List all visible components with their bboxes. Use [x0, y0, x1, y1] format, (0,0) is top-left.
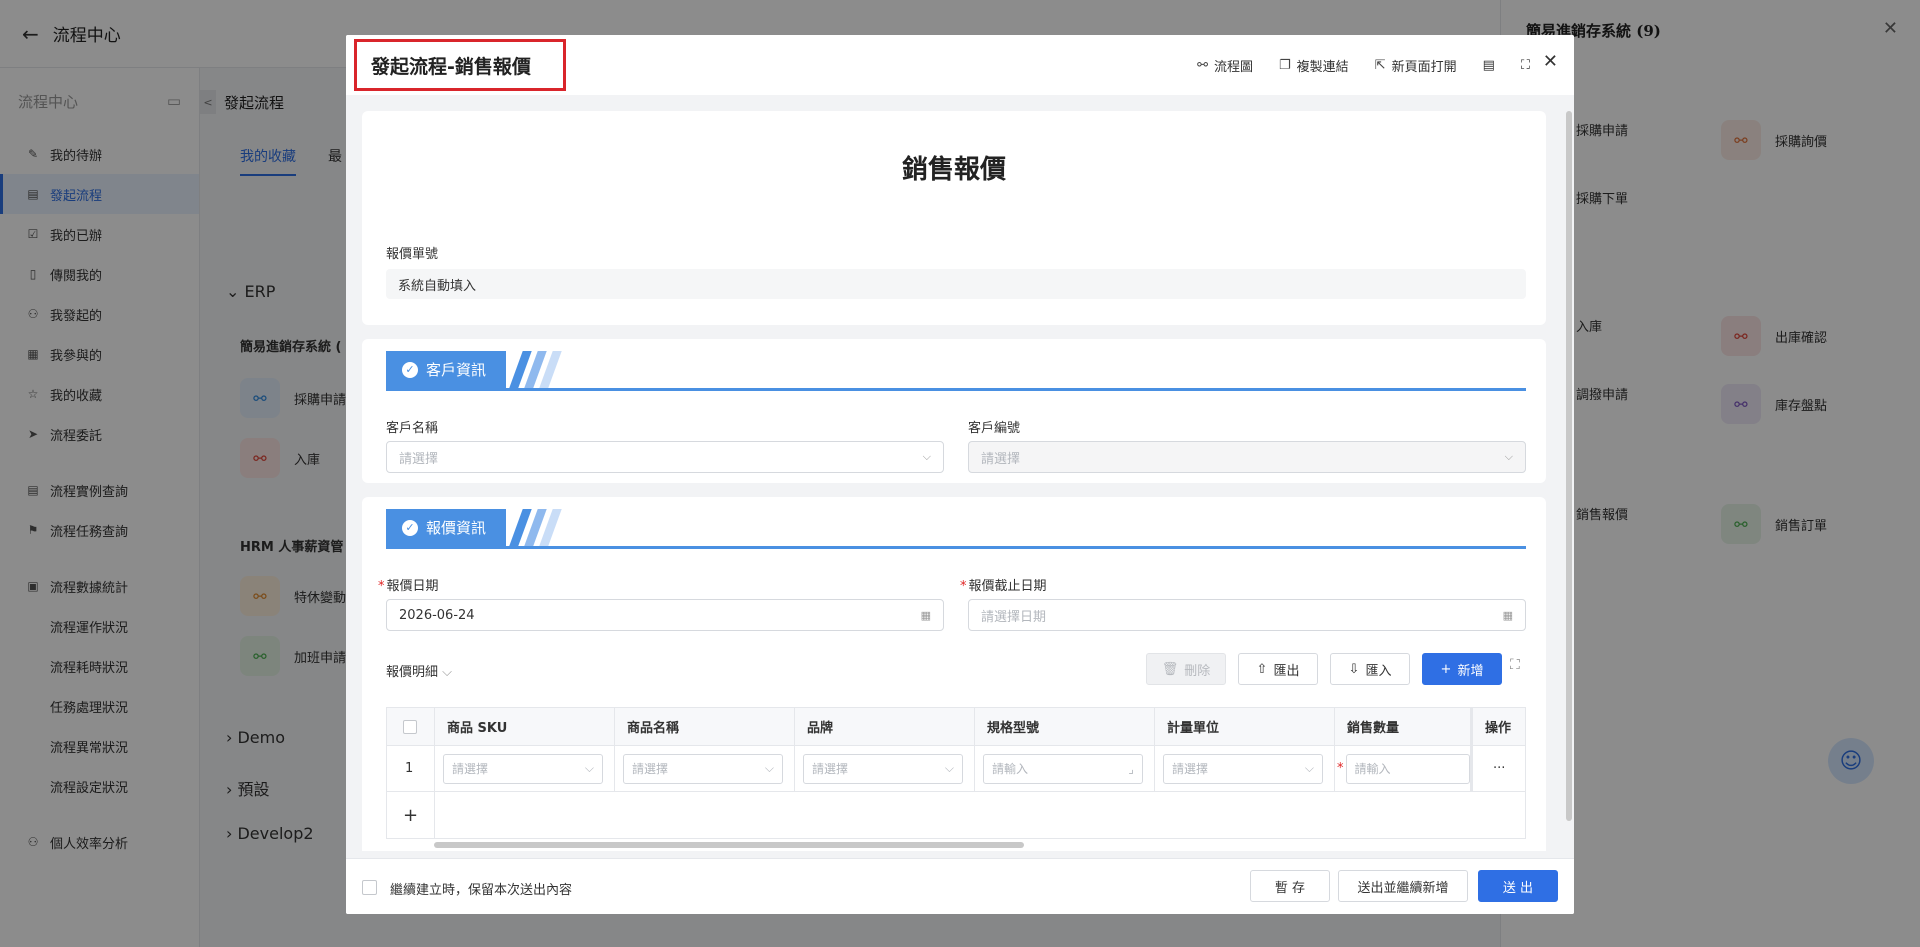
modal-title: 發起流程-銷售報價	[354, 39, 566, 91]
chevron-down-icon: ⌵	[584, 761, 594, 775]
sku-select[interactable]: 請選擇 ⌵	[443, 753, 603, 784]
brand-select[interactable]: 請選擇 ⌵	[803, 753, 963, 784]
expand-icon[interactable]: ⛶	[1510, 657, 1520, 673]
modal-vertical-scrollbar[interactable]	[1566, 111, 1572, 821]
table-horizontal-scrollbar[interactable]	[434, 842, 1024, 848]
modal-footer: 繼續建立時，保留本次送出內容 暫 存 送出並繼續新增 送 出	[346, 858, 1574, 914]
resize-handle-icon: ⌟	[1128, 761, 1134, 776]
check-circle-icon: ✓	[402, 361, 418, 378]
quote-no-label: 報價單號	[386, 247, 439, 262]
quote-deadline-label: * 報價截止日期	[960, 579, 1047, 594]
external-link-icon: ⇱	[1374, 57, 1386, 73]
quote-date-input[interactable]: 2026-06-24 ▦	[386, 599, 944, 631]
plus-icon: +	[1440, 661, 1452, 677]
copy-icon: ❐	[1279, 57, 1291, 73]
flowchart-icon: ⚯	[1197, 57, 1208, 73]
modal-body[interactable]: 銷售報價 報價單號 系統自動填入 ✓ 客戶資訊 客戶名稱 請選擇 ⌵ 客戶編號 請選…	[362, 111, 1546, 851]
unit-select[interactable]: 請選擇 ⌵	[1163, 753, 1323, 784]
calendar-icon: ▦	[1502, 608, 1513, 622]
import-button[interactable]: ⇩ 匯入	[1330, 653, 1410, 685]
modal-close-icon[interactable]: ✕	[1543, 51, 1558, 72]
customer-name-select[interactable]: 請選擇 ⌵	[386, 441, 944, 473]
add-row-button[interactable]: +	[387, 792, 435, 838]
chevron-down-icon: ⌵	[944, 761, 954, 775]
table-row: 1 請選擇 ⌵ 請選擇 ⌵ 請選擇 ⌵ 請輸入 ⌟ 請選擇 ⌵ * 請輸入 ···	[387, 746, 1525, 792]
copy-link-button[interactable]: ❐ 複製連結	[1279, 56, 1349, 75]
add-button[interactable]: + 新增	[1422, 653, 1502, 685]
save-draft-button[interactable]: 暫 存	[1250, 870, 1330, 902]
customer-code-select[interactable]: 請選擇 ⌵	[968, 441, 1526, 473]
keep-content-checkbox[interactable]	[362, 880, 377, 895]
form-header-card: 銷售報價 報價單號 系統自動填入	[362, 111, 1546, 325]
upload-icon: ⇧	[1256, 661, 1268, 677]
quote-info-card: ✓ 報價資訊 * 報價日期 2026-06-24 ▦ * 報價截止日期 請選擇日期 ▦ 報…	[362, 497, 1546, 851]
delete-button[interactable]: 🗑 刪除	[1146, 653, 1226, 685]
modal-header: 發起流程-銷售報價 ⚯ 流程圖 ❐ 複製連結 ⇱ 新頁面打開 ▤ ⛶ ✕	[346, 35, 1574, 95]
customer-name-label: 客戶名稱	[386, 421, 439, 436]
flowchart-button[interactable]: ⚯ 流程圖	[1197, 56, 1253, 75]
check-circle-icon: ✓	[402, 519, 418, 536]
quote-detail-table: 商品 SKU 商品名稱 品牌 規格型號 計量單位 銷售數量 操作 1 請選擇 ⌵ …	[386, 707, 1526, 839]
open-new-page-button[interactable]: ⇱ 新頁面打開	[1375, 56, 1457, 75]
quote-date-label: * 報價日期	[378, 579, 439, 594]
fullscreen-icon[interactable]: ⛶	[1521, 58, 1530, 73]
export-button[interactable]: ⇧ 匯出	[1238, 653, 1318, 685]
row-more-icon[interactable]: ···	[1471, 746, 1525, 791]
table-header-row: 商品 SKU 商品名稱 品牌 規格型號 計量單位 銷售數量 操作	[387, 708, 1525, 746]
select-all-checkbox[interactable]	[403, 719, 417, 734]
chevron-down-icon: ⌵	[922, 450, 931, 463]
form-title: 銷售報價	[901, 155, 1006, 185]
quote-no-value: 系統自動填入	[386, 269, 1526, 299]
quote-detail-label[interactable]: 報價明細 ⌵	[386, 661, 452, 680]
submit-continue-button[interactable]: 送出並繼續新增	[1338, 870, 1468, 902]
modal-header-actions: ⚯ 流程圖 ❐ 複製連結 ⇱ 新頁面打開 ▤ ⛶	[1197, 35, 1530, 95]
quote-deadline-input[interactable]: 請選擇日期 ▦	[968, 599, 1526, 631]
chevron-down-icon: ⌵	[1304, 761, 1314, 775]
panel-toggle-icon[interactable]: ▤	[1483, 58, 1495, 73]
quote-section-header[interactable]: ✓ 報價資訊	[386, 509, 1526, 549]
submit-button[interactable]: 送 出	[1478, 870, 1558, 902]
trash-icon: 🗑	[1161, 661, 1179, 677]
calendar-icon: ▦	[920, 608, 931, 622]
spec-input[interactable]: 請輸入 ⌟	[983, 753, 1143, 784]
start-process-modal: 發起流程-銷售報價 ⚯ 流程圖 ❐ 複製連結 ⇱ 新頁面打開 ▤ ⛶ ✕ 銷售報價 報…	[346, 35, 1574, 914]
customer-section-header[interactable]: ✓ 客戶資訊	[386, 351, 1526, 391]
quantity-input[interactable]: 請輸入	[1345, 753, 1470, 784]
customer-info-card: ✓ 客戶資訊 客戶名稱 請選擇 ⌵ 客戶編號 請選擇 ⌵	[362, 339, 1546, 483]
product-name-select[interactable]: 請選擇 ⌵	[623, 753, 783, 784]
chevron-down-icon: ⌵	[764, 761, 774, 775]
download-icon: ⇩	[1348, 661, 1360, 677]
keep-content-label: 繼續建立時，保留本次送出內容	[390, 883, 573, 898]
customer-code-label: 客戶編號	[968, 421, 1021, 436]
chevron-down-icon: ⌵	[1504, 450, 1513, 463]
chevron-down-icon: ⌵	[442, 665, 453, 680]
